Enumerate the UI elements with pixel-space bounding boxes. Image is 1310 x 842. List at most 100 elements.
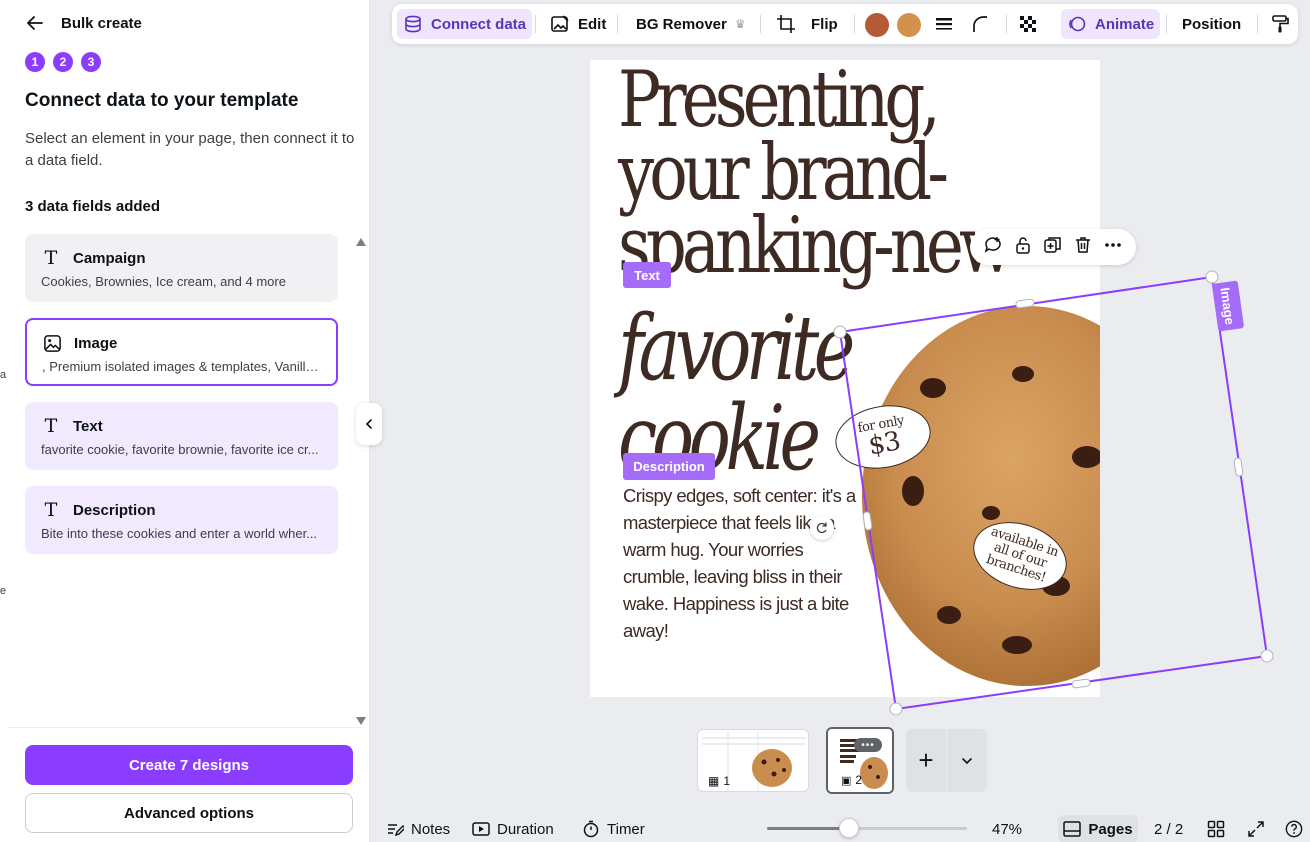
toolbar-divider bbox=[535, 15, 536, 33]
thumbnail-number: ▣ 2 bbox=[841, 773, 863, 787]
fullscreen-button[interactable] bbox=[1247, 817, 1265, 841]
bg-remover-button[interactable]: BG Remover ♛ bbox=[630, 9, 752, 39]
plus-icon: + bbox=[918, 745, 934, 775]
edit-button[interactable]: Edit bbox=[544, 9, 612, 39]
border-style-button[interactable] bbox=[928, 9, 960, 39]
paint-roller-icon bbox=[1272, 15, 1289, 33]
edit-label: Edit bbox=[578, 15, 607, 33]
design-page[interactable]: Presenting, your brand- spanking-new fav… bbox=[590, 60, 1100, 697]
bulk-icon: ▣ bbox=[841, 774, 852, 787]
crown-icon: ♛ bbox=[734, 17, 746, 31]
color-swatch-2[interactable] bbox=[897, 13, 921, 37]
flip-label: Flip bbox=[811, 15, 838, 33]
arrow-left-icon[interactable] bbox=[25, 13, 45, 33]
duplicate-icon[interactable] bbox=[1043, 235, 1063, 260]
duration-label: Duration bbox=[497, 820, 554, 838]
timer-button[interactable]: Timer bbox=[582, 817, 645, 841]
collapse-panel-button[interactable] bbox=[356, 403, 382, 445]
scroll-down-arrow[interactable] bbox=[356, 717, 366, 725]
crop-button[interactable] bbox=[770, 9, 802, 39]
advanced-options-button[interactable]: Advanced options bbox=[25, 793, 353, 833]
rotate-handle[interactable] bbox=[810, 516, 834, 540]
pages-button[interactable]: Pages bbox=[1058, 815, 1138, 842]
add-page-button[interactable]: + bbox=[906, 729, 946, 792]
edit-image-icon bbox=[551, 15, 569, 32]
fields-count: 3 data fields added bbox=[25, 198, 161, 215]
data-field-image[interactable]: Image , Premium isolated images & templa… bbox=[25, 318, 338, 386]
field-values: favorite cookie, favorite brownie, favor… bbox=[41, 442, 319, 457]
corner-rounding-button[interactable] bbox=[964, 9, 996, 39]
position-button[interactable]: Position bbox=[1176, 9, 1247, 39]
data-field-text[interactable]: T Text favorite cookie, favorite brownie… bbox=[25, 402, 338, 470]
timer-icon bbox=[583, 820, 599, 838]
comment-add-icon[interactable] bbox=[983, 235, 1003, 260]
panel-heading: Connect data to your template bbox=[25, 90, 299, 111]
lock-icon[interactable] bbox=[1013, 235, 1033, 260]
step-3[interactable]: 3 bbox=[81, 52, 101, 72]
create-designs-button[interactable]: Create 7 designs bbox=[25, 745, 353, 785]
chocolate-chip bbox=[920, 378, 946, 398]
page-counter: 2 / 2 bbox=[1154, 820, 1184, 838]
trash-icon[interactable] bbox=[1073, 235, 1093, 260]
zoom-slider[interactable] bbox=[767, 818, 967, 838]
notes-button[interactable]: Notes bbox=[386, 817, 450, 841]
zoom-level[interactable]: 47% bbox=[992, 817, 1022, 841]
chevron-left-icon bbox=[365, 419, 372, 429]
scroll-up-arrow[interactable] bbox=[356, 238, 366, 246]
notes-label: Notes bbox=[411, 820, 451, 838]
fav-line-1: favorite bbox=[618, 296, 855, 401]
zoom-slider-handle[interactable] bbox=[839, 818, 859, 838]
panel-title: Bulk create bbox=[61, 14, 142, 32]
grid-view-button[interactable] bbox=[1207, 817, 1225, 841]
cookie-image[interactable] bbox=[862, 306, 1100, 686]
add-page-menu-button[interactable] bbox=[947, 729, 987, 792]
chocolate-chip bbox=[902, 476, 924, 506]
page-thumbnail-2[interactable]: ••• ▣ 2 bbox=[826, 727, 894, 794]
field-values: , Premium isolated images & templates, V… bbox=[42, 359, 321, 374]
flip-button[interactable]: Flip bbox=[805, 9, 844, 39]
toolbar-divider bbox=[617, 15, 618, 33]
description-text[interactable]: Crispy edges, soft center: it's a master… bbox=[623, 482, 858, 644]
chocolate-chip bbox=[1072, 446, 1100, 468]
toolbar-divider bbox=[1006, 15, 1007, 33]
bg-remover-label: BG Remover bbox=[636, 15, 727, 33]
image-icon bbox=[42, 333, 62, 353]
step-1[interactable]: 1 bbox=[25, 52, 45, 72]
animate-button[interactable]: Animate bbox=[1061, 9, 1161, 39]
toolbar-divider bbox=[760, 15, 761, 33]
edge-text: e bbox=[0, 585, 7, 597]
page-thumbnail-1[interactable]: ▦ 1 bbox=[697, 729, 809, 792]
chocolate-chip bbox=[1002, 636, 1032, 654]
headline-line-1: Presenting, bbox=[618, 60, 941, 145]
more-icon[interactable] bbox=[1103, 235, 1123, 260]
duration-button[interactable]: Duration bbox=[472, 817, 554, 841]
chocolate-chip bbox=[1012, 366, 1034, 382]
database-icon bbox=[405, 15, 421, 33]
edge-text: a bbox=[0, 369, 7, 381]
play-box-icon bbox=[472, 822, 490, 836]
back-row[interactable]: Bulk create bbox=[25, 13, 142, 33]
step-2[interactable]: 2 bbox=[53, 52, 73, 72]
field-name: Description bbox=[73, 501, 156, 519]
toolbar-divider bbox=[1166, 15, 1167, 33]
border-lines-icon bbox=[936, 18, 952, 30]
field-name: Text bbox=[73, 417, 103, 435]
image-field-tag[interactable]: Image bbox=[1211, 280, 1245, 332]
timer-label: Timer bbox=[607, 820, 645, 838]
copy-style-button[interactable] bbox=[1264, 9, 1296, 39]
data-field-campaign[interactable]: T Campaign Cookies, Brownies, Ice cream,… bbox=[25, 234, 338, 302]
transparency-button[interactable] bbox=[1012, 9, 1044, 39]
headline[interactable]: Presenting, your brand- spanking-new bbox=[618, 60, 1014, 285]
notes-icon bbox=[388, 824, 404, 837]
thumbnail-number: ▦ 1 bbox=[708, 774, 731, 788]
headline-line-2: your brand- bbox=[618, 128, 949, 218]
help-button[interactable] bbox=[1285, 817, 1303, 841]
text-field-tag[interactable]: Text bbox=[623, 262, 671, 288]
animate-icon bbox=[1069, 16, 1086, 32]
description-field-tag[interactable]: Description bbox=[623, 453, 715, 480]
zoom-slider-fill bbox=[767, 827, 849, 830]
color-swatch-1[interactable] bbox=[865, 13, 889, 37]
thumbnail-more-icon[interactable]: ••• bbox=[854, 738, 882, 752]
data-field-description[interactable]: T Description Bite into these cookies an… bbox=[25, 486, 338, 554]
connect-data-button[interactable]: Connect data bbox=[397, 9, 533, 39]
